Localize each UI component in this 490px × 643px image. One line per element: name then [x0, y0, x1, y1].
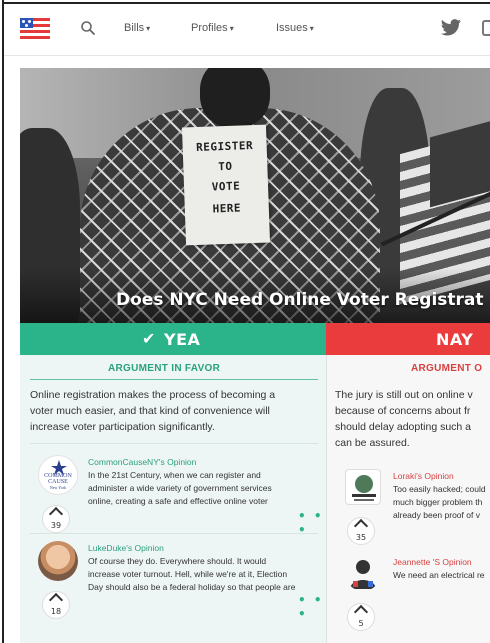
- sign-text: TO: [218, 159, 233, 174]
- navbar: Bills ▾ Profiles ▾ Issues ▾: [4, 4, 490, 56]
- yea-button[interactable]: ✔ YEA: [20, 323, 326, 355]
- opinion-author-link[interactable]: CommonCauseNY's Opinion: [88, 457, 196, 467]
- logo-star: [25, 24, 28, 27]
- chevron-down-icon: ▾: [229, 24, 234, 33]
- opinion-text: We need an electrical re: [393, 569, 490, 582]
- chevron-up-icon: [48, 592, 64, 608]
- search-icon[interactable]: [80, 20, 96, 36]
- opinion-line: much bigger problem th: [393, 497, 483, 507]
- opinion-card: 18 LukeDuke's Opinion Of course they do.…: [20, 541, 326, 621]
- nay-button[interactable]: NAY: [326, 323, 490, 355]
- nav-profiles-label: Profiles: [191, 22, 228, 34]
- logo-stripe: [20, 30, 50, 33]
- issue-page: REGISTER TO VOTE HERE Does NYC Need Onli…: [20, 68, 490, 643]
- nav-profiles[interactable]: Profiles ▾: [191, 22, 234, 34]
- hero-image: REGISTER TO VOTE HERE Does NYC Need Onli…: [20, 68, 490, 323]
- common-cause-logo-text: COMMON CAUSE New York: [38, 473, 78, 491]
- heading-divider: [30, 379, 318, 380]
- page-title: Does NYC Need Online Voter Registrat: [116, 290, 484, 310]
- argument-text: The jury is still out on online v becaus…: [335, 387, 490, 451]
- nav-bills[interactable]: Bills ▾: [124, 22, 150, 34]
- logo-stripe: [20, 36, 50, 39]
- chevron-down-icon: ▾: [146, 24, 151, 33]
- logo-text: New York: [49, 485, 67, 490]
- nav-bills-label: Bills: [124, 22, 145, 34]
- logo-star: [22, 20, 25, 23]
- check-icon: ✔: [142, 329, 156, 348]
- opinion-author-link[interactable]: Jeannette 'S Opinion: [393, 557, 472, 567]
- frame-edge-left: [2, 0, 4, 643]
- opinion-line: online, creating a safe and effective on…: [88, 496, 268, 506]
- argument-heading: ARGUMENT O: [411, 363, 483, 374]
- opinion-line: Day should also be a federal holiday so …: [88, 582, 296, 592]
- sign-text: HERE: [212, 201, 242, 216]
- argument-line: increase voter participation significant…: [30, 421, 215, 433]
- argument-text: Online registration makes the process of…: [30, 387, 322, 435]
- organization-logo-icon: [352, 475, 376, 501]
- chevron-up-icon: [353, 604, 369, 620]
- argument-heading: ARGUMENT IN FAVOR: [108, 363, 221, 374]
- argument-line: because of concerns about fr: [335, 405, 471, 417]
- more-button[interactable]: • • •: [298, 593, 326, 621]
- yea-column: ARGUMENT IN FAVOR Online registration ma…: [20, 355, 326, 643]
- opinion-card: 5 Jeannette 'S Opinion We need an electr…: [327, 555, 490, 635]
- vote-count: 35: [355, 533, 367, 542]
- argument-line: Online registration makes the process of…: [30, 389, 276, 401]
- chevron-down-icon: ▾: [309, 24, 314, 33]
- app-window: Bills ▾ Profiles ▾ Issues ▾ REGISTER TO …: [0, 0, 490, 643]
- account-icon[interactable]: [482, 20, 490, 36]
- logo-star: [28, 20, 31, 23]
- upvote-button[interactable]: 39: [42, 505, 70, 533]
- user-silhouette-icon: [350, 560, 376, 589]
- nay-column: ARGUMENT O The jury is still out on onli…: [326, 355, 490, 643]
- avatar[interactable]: [345, 555, 381, 591]
- opinion-line: Too easily hacked; could: [393, 484, 486, 494]
- avatar[interactable]: [38, 541, 78, 581]
- opinion-line: already been proof of v: [393, 510, 480, 520]
- upvote-button[interactable]: 35: [347, 517, 375, 545]
- argument-line: voter much easier, and that kind of conv…: [30, 405, 270, 417]
- upvote-button[interactable]: 18: [42, 591, 70, 619]
- person-head: [200, 68, 270, 128]
- opinion-line: In the 21st Century, when we can registe…: [88, 470, 261, 480]
- vote-count: 5: [358, 619, 364, 628]
- opinion-card: 35 Loraki's Opinion Too easily hacked; c…: [327, 469, 490, 549]
- opinion-card: COMMON CAUSE New York 39 CommonCauseNY's…: [20, 455, 326, 537]
- vote-count: 39: [50, 521, 62, 530]
- argument-line: The jury is still out on online v: [335, 389, 473, 401]
- opinion-line: We need an electrical re: [393, 570, 485, 580]
- chevron-up-icon: [353, 518, 369, 534]
- nav-issues[interactable]: Issues ▾: [276, 22, 314, 34]
- nav-issues-label: Issues: [276, 22, 308, 34]
- opinion-author-link[interactable]: LukeDuke's Opinion: [88, 543, 164, 553]
- opinion-text: Too easily hacked; could much bigger pro…: [393, 483, 490, 522]
- opinion-text: In the 21st Century, when we can registe…: [88, 469, 320, 508]
- opinion-text: Of course they do. Everywhere should. It…: [88, 555, 320, 594]
- argument-line: should delay adopting such a: [335, 421, 472, 433]
- sign-text: REGISTER: [195, 139, 254, 155]
- opinion-author-link[interactable]: Loraki's Opinion: [393, 471, 454, 481]
- argument-line: can be assured.: [335, 437, 410, 449]
- sign-text: VOTE: [211, 179, 241, 194]
- divider: [30, 443, 318, 444]
- chevron-up-icon: [48, 506, 64, 522]
- twitter-icon[interactable]: [440, 18, 462, 38]
- nay-label: NAY: [436, 330, 474, 349]
- avatar[interactable]: [345, 469, 381, 505]
- register-sign: REGISTER TO VOTE HERE: [181, 124, 271, 246]
- divider: [30, 533, 318, 534]
- opinion-line: Of course they do. Everywhere should. It…: [88, 556, 267, 566]
- vote-count: 18: [50, 607, 62, 616]
- yea-label: YEA: [164, 330, 201, 349]
- flag-logo-icon[interactable]: [20, 18, 50, 40]
- opinion-line: administer a wide variety of government …: [88, 483, 272, 493]
- opinion-line: increase voter turnout. Hell, while we'r…: [88, 569, 288, 579]
- upvote-button[interactable]: 5: [347, 603, 375, 631]
